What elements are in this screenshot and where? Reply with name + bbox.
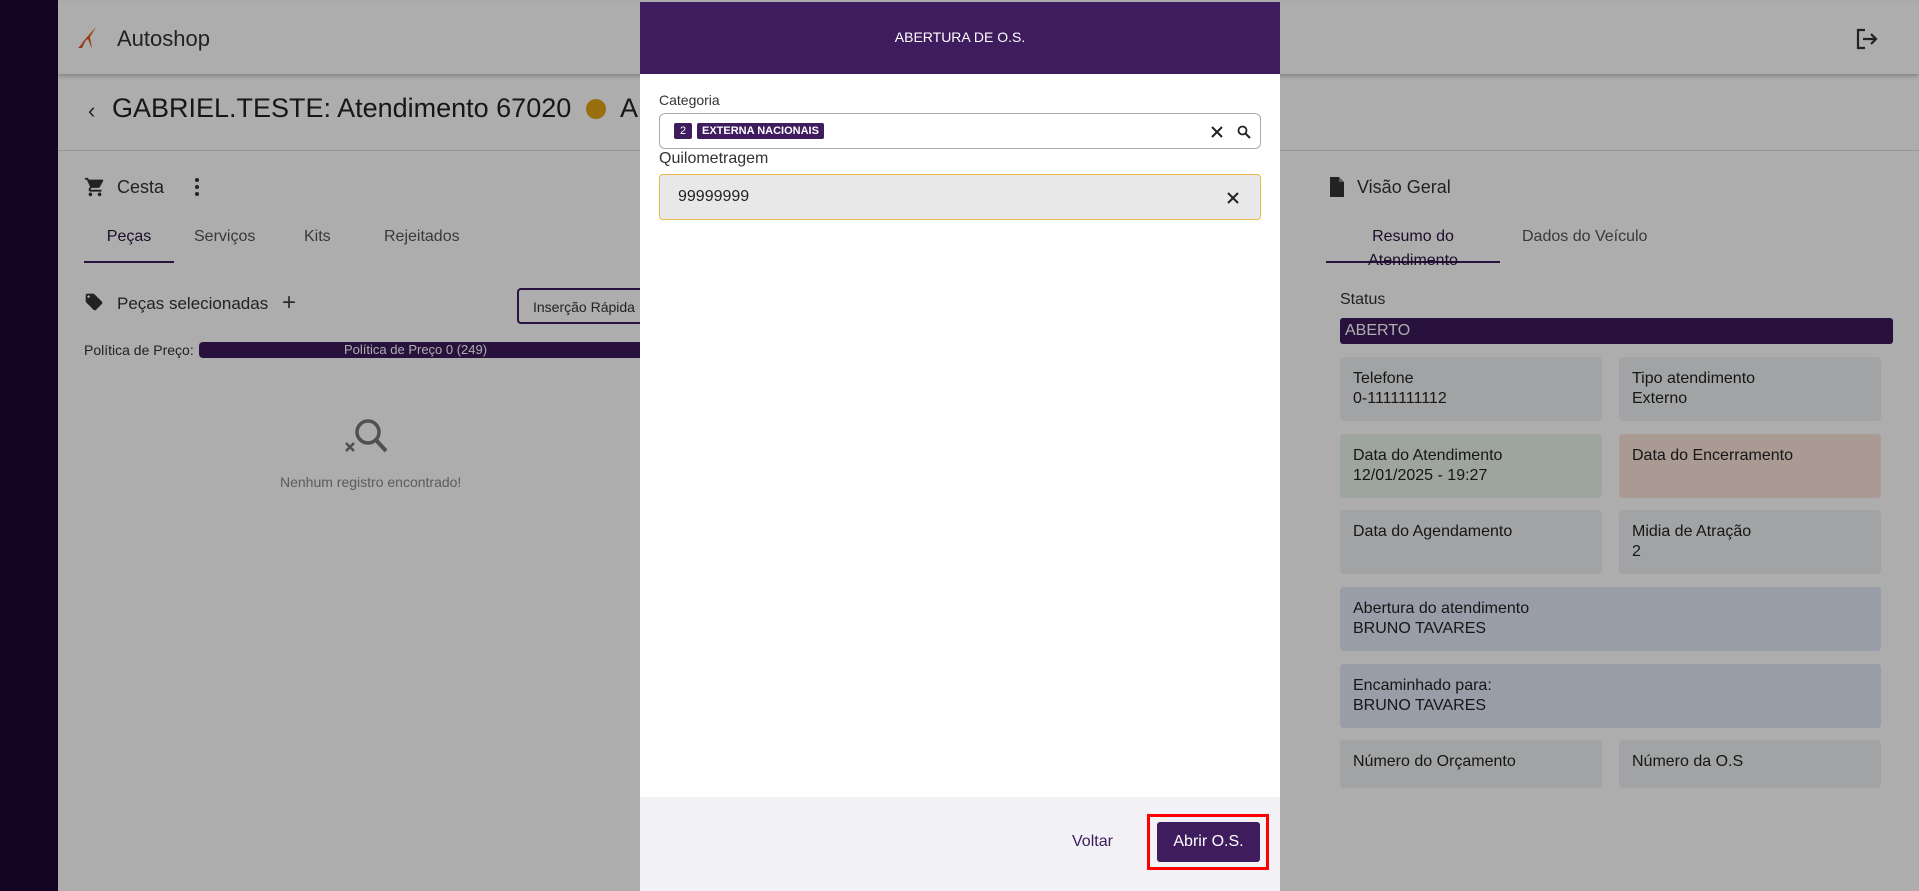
mileage-label: Quilometragem	[659, 150, 769, 167]
back-button[interactable]: Voltar	[1072, 833, 1113, 851]
category-chip-count: 2	[674, 123, 692, 139]
category-chip[interactable]: EXTERNA NACIONAIS	[697, 123, 824, 139]
dialog-footer: Voltar Abrir O.S.	[640, 797, 1280, 891]
open-os-dialog: ABERTURA DE O.S. Categoria 2 EXTERNA NAC…	[640, 2, 1280, 891]
category-field[interactable]: 2 EXTERNA NACIONAIS	[659, 113, 1261, 149]
mileage-value: 99999999	[678, 188, 750, 205]
dialog-title: ABERTURA DE O.S.	[894, 29, 1026, 45]
clear-mileage-icon[interactable]	[1226, 191, 1240, 205]
category-label: Categoria	[659, 92, 720, 108]
mileage-input[interactable]: 99999999	[659, 174, 1261, 220]
search-icon[interactable]	[1237, 125, 1251, 139]
open-os-button[interactable]: Abrir O.S.	[1157, 822, 1260, 862]
dialog-header: ABERTURA DE O.S.	[640, 2, 1280, 74]
clear-category-icon[interactable]	[1210, 125, 1224, 139]
